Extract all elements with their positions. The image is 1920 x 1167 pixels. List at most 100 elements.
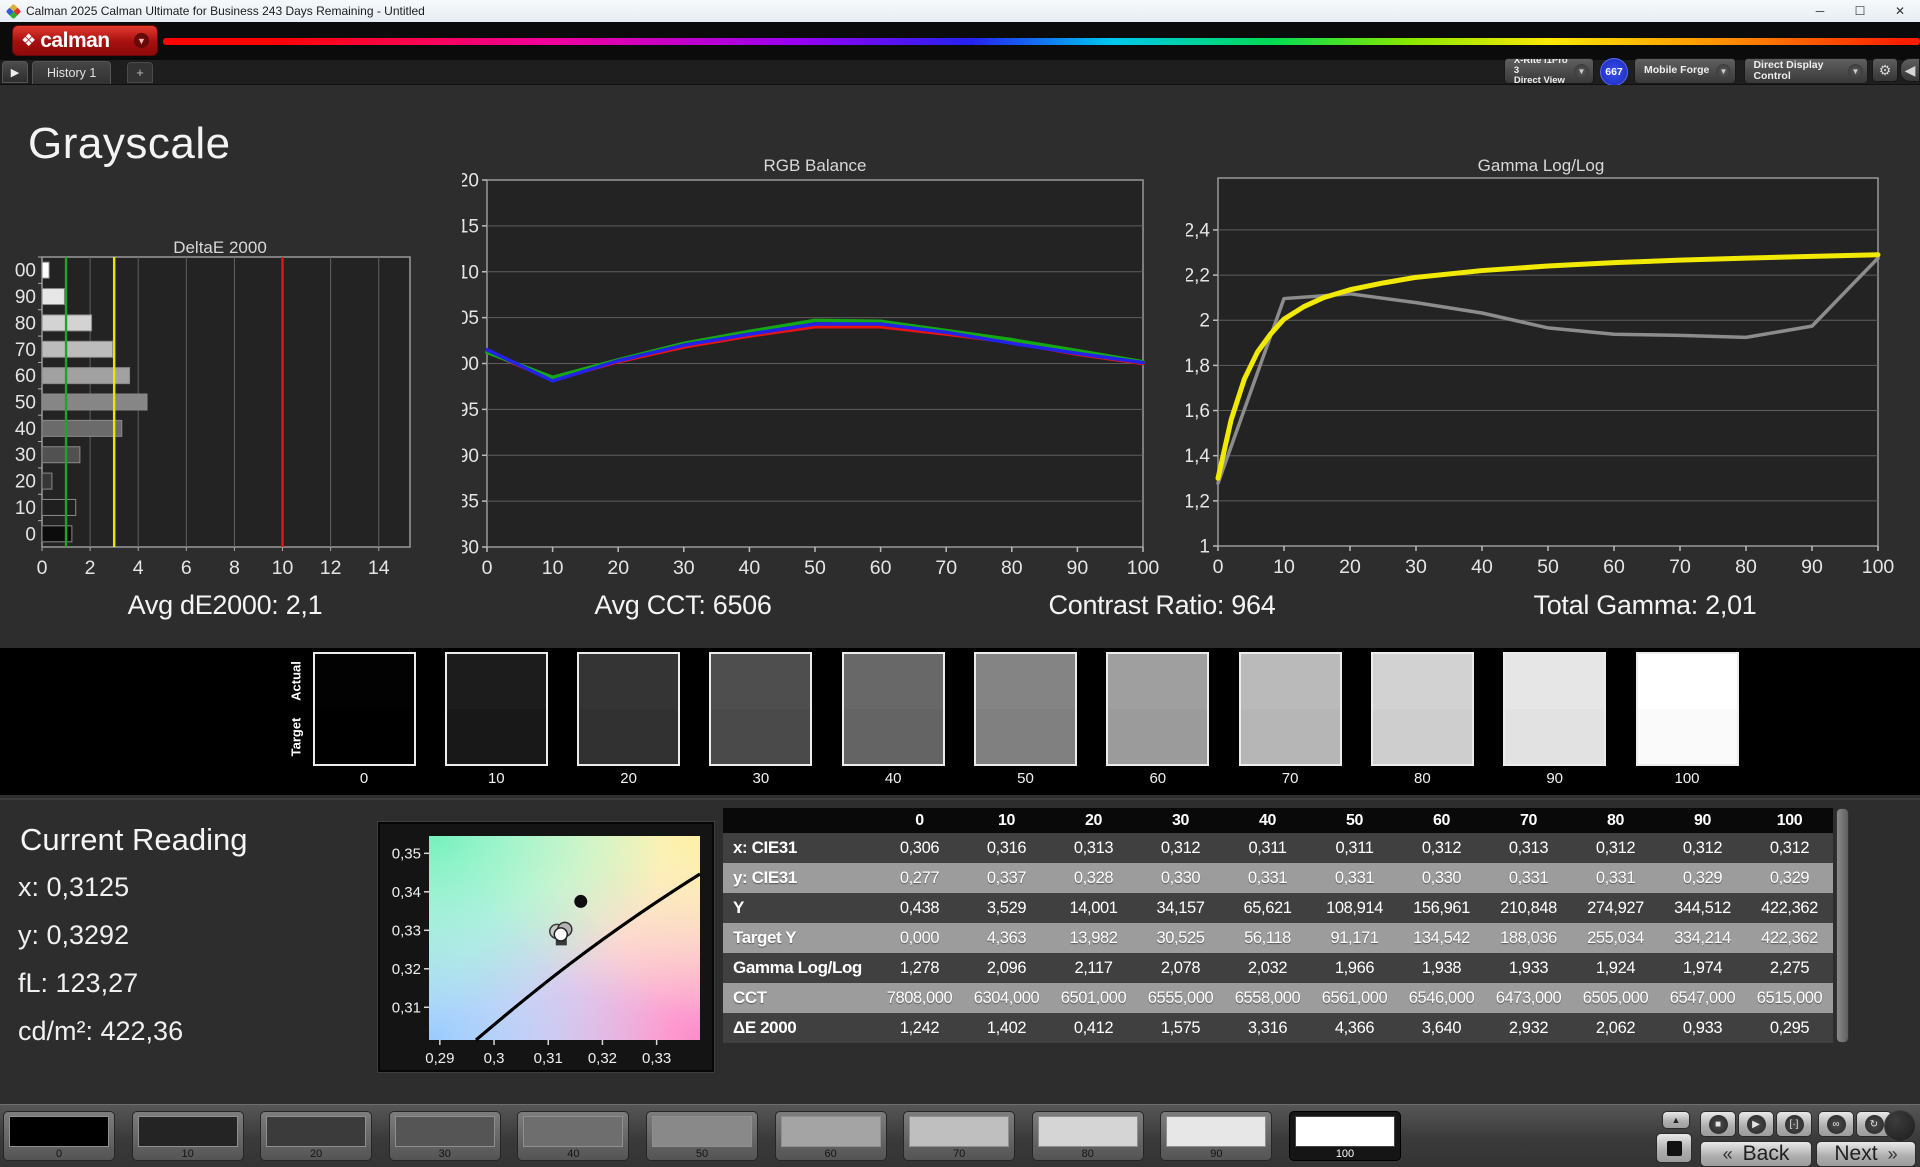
table-row: CCT 7808,000 6304,000 6501,000 6555,000 6558,… — [723, 983, 1833, 1013]
swatch-20 — [577, 652, 681, 766]
pattern-button-80[interactable]: 80 — [1031, 1111, 1144, 1161]
chevron-down-icon: ▼ — [1574, 63, 1589, 79]
stop-measure-button[interactable]: ■ — [1700, 1111, 1736, 1137]
svg-text:0: 0 — [37, 557, 48, 579]
pattern-label: 60 — [824, 1148, 837, 1160]
svg-text:0,31: 0,31 — [534, 1050, 563, 1067]
display-status-accent — [1745, 59, 1748, 83]
pattern-button-0[interactable]: 0 — [3, 1111, 115, 1161]
svg-text:105: 105 — [462, 308, 479, 329]
stat-total-gamma: Total Gamma: 2,01 — [1533, 590, 1757, 620]
svg-text:30: 30 — [15, 445, 36, 466]
chevron-down-icon: ▼ — [1848, 63, 1863, 79]
deltae-bar-90 — [41, 288, 65, 306]
svg-text:50: 50 — [804, 557, 826, 579]
settings-button[interactable]: ⚙ — [1872, 58, 1898, 82]
swatch-80 — [1370, 652, 1474, 766]
svg-text:4: 4 — [133, 557, 144, 579]
svg-text:6: 6 — [181, 557, 192, 579]
pattern-button-50[interactable]: 50 — [646, 1111, 758, 1161]
pattern-button-10[interactable]: 10 — [131, 1111, 244, 1161]
svg-text:0: 0 — [1213, 556, 1224, 578]
swatch-label-40: 40 — [884, 770, 902, 787]
svg-text:70: 70 — [1669, 556, 1691, 578]
svg-text:80: 80 — [462, 538, 479, 559]
svg-text:0,33: 0,33 — [642, 1050, 671, 1067]
deltae-chart-plot: 0 10 20 30 40 50 60 70 80 90 100 0 2 4 6 8 10 12 14 — [4, 256, 411, 579]
close-button[interactable]: ✕ — [1880, 0, 1920, 22]
svg-text:80: 80 — [15, 313, 36, 334]
pattern-button-20[interactable]: 20 — [260, 1111, 373, 1161]
maximize-button[interactable]: ☐ — [1840, 0, 1880, 22]
svg-text:10: 10 — [1273, 556, 1295, 578]
pattern-button-100[interactable]: 100 — [1289, 1111, 1401, 1161]
back-button[interactable]: « Back — [1700, 1141, 1812, 1167]
svg-text:2,4: 2,4 — [1186, 220, 1210, 241]
back-button-label: Back — [1742, 1142, 1790, 1165]
table-row: Y 0,438 3,529 14,001 34,157 65,621 108,914 156,… — [723, 893, 1833, 923]
pattern-label: 20 — [310, 1148, 323, 1160]
collapse-toolbar-button[interactable]: ▲ — [1662, 1111, 1690, 1129]
swatch-70 — [1238, 652, 1342, 766]
meter-select-dropdown[interactable]: X-Rite i1Pro 3 Direct View ▼ — [1504, 58, 1594, 84]
current-reading-cdm2: cd/m²: 422,36 — [18, 1016, 184, 1046]
single-read-icon: [·] — [1789, 1118, 1799, 1130]
tab-history-1[interactable]: History 1 — [32, 61, 112, 84]
table-row: Target Y 0,000 4,363 13,982 30,525 56,118 91,1… — [723, 923, 1833, 953]
arrow-up-icon: ▲ — [1671, 1115, 1681, 1125]
svg-text:1,2: 1,2 — [1186, 491, 1210, 512]
pattern-button-70[interactable]: 70 — [903, 1111, 1016, 1161]
grayscale-swatch-band: Actual Target 0 10 20 30 40 50 60 70 80 90 100 — [0, 648, 1920, 795]
table-col-100: 100 — [1776, 811, 1803, 829]
swatch-label-60: 60 — [1149, 770, 1167, 787]
add-tab-button[interactable]: + — [127, 62, 153, 83]
stat-contrast-ratio: Contrast Ratio: 964 — [1048, 590, 1276, 620]
table-row: x: CIE31 0,306 0,316 0,313 0,312 0,311 0,311 0,… — [723, 833, 1833, 863]
pattern-button-30[interactable]: 30 — [388, 1111, 501, 1161]
svg-text:80: 80 — [1001, 557, 1023, 579]
refresh-icon: ↻ — [1869, 1118, 1879, 1130]
pattern-label: 70 — [953, 1148, 966, 1160]
table-col-90: 90 — [1694, 811, 1711, 829]
svg-text:90: 90 — [462, 446, 479, 467]
spectrum-divider — [163, 38, 1920, 45]
deltae-bar-100 — [41, 261, 50, 279]
table-row: Gamma Log/Log 1,278 2,096 2,117 2,078 2,032 1,… — [723, 953, 1833, 983]
svg-text:20: 20 — [607, 557, 629, 579]
single-measure-button[interactable]: [·] — [1776, 1111, 1812, 1137]
chevron-left-double-icon: « — [1722, 1143, 1733, 1164]
calman-menu-button[interactable]: ❖ calman ▼ — [12, 25, 158, 56]
swatch-60 — [1106, 652, 1210, 766]
pattern-button-40[interactable]: 40 — [517, 1111, 630, 1161]
cie-chart: 0,29 0,3 0,31 0,32 0,33 0,31 0,32 0,33 0,34 0,35 — [377, 821, 715, 1073]
svg-text:90: 90 — [1067, 557, 1089, 579]
pattern-chip — [780, 1116, 881, 1147]
deltae-bar-10 — [41, 498, 77, 516]
table-scrollbar[interactable] — [1836, 808, 1849, 1043]
next-button[interactable]: Next » — [1816, 1141, 1916, 1167]
deltae-bar-30 — [41, 446, 81, 464]
meter-name: X-Rite i1Pro 3 — [1513, 58, 1568, 77]
table-col-40: 40 — [1259, 811, 1276, 829]
play-measure-button[interactable]: ▶ — [1738, 1111, 1774, 1137]
pattern-window-button[interactable] — [1656, 1133, 1692, 1163]
svg-text:85: 85 — [462, 492, 479, 513]
table-col-80: 80 — [1607, 811, 1624, 829]
svg-text:20: 20 — [15, 472, 36, 493]
pattern-button-60[interactable]: 60 — [774, 1111, 887, 1161]
minimize-button[interactable]: ─ — [1800, 0, 1840, 22]
continuous-measure-button[interactable]: ∞ — [1818, 1111, 1854, 1137]
display-select-dropdown[interactable]: Direct Display Control ▼ — [1744, 58, 1868, 84]
svg-text:30: 30 — [1405, 556, 1427, 578]
svg-text:60: 60 — [1603, 556, 1625, 578]
collapse-panel-button[interactable]: ◀ — [1900, 58, 1920, 82]
pattern-button-90[interactable]: 90 — [1160, 1111, 1273, 1161]
pattern-label: 40 — [567, 1148, 580, 1160]
svg-text:0,34: 0,34 — [392, 884, 421, 901]
svg-text:14: 14 — [368, 557, 390, 579]
pattern-chip — [652, 1116, 752, 1147]
workflow-nav-button[interactable]: ▶ — [2, 61, 28, 83]
deltae-bar-20 — [41, 472, 53, 490]
source-select-dropdown[interactable]: Mobile Forge ▼ — [1634, 58, 1736, 84]
svg-text:50: 50 — [15, 393, 36, 414]
